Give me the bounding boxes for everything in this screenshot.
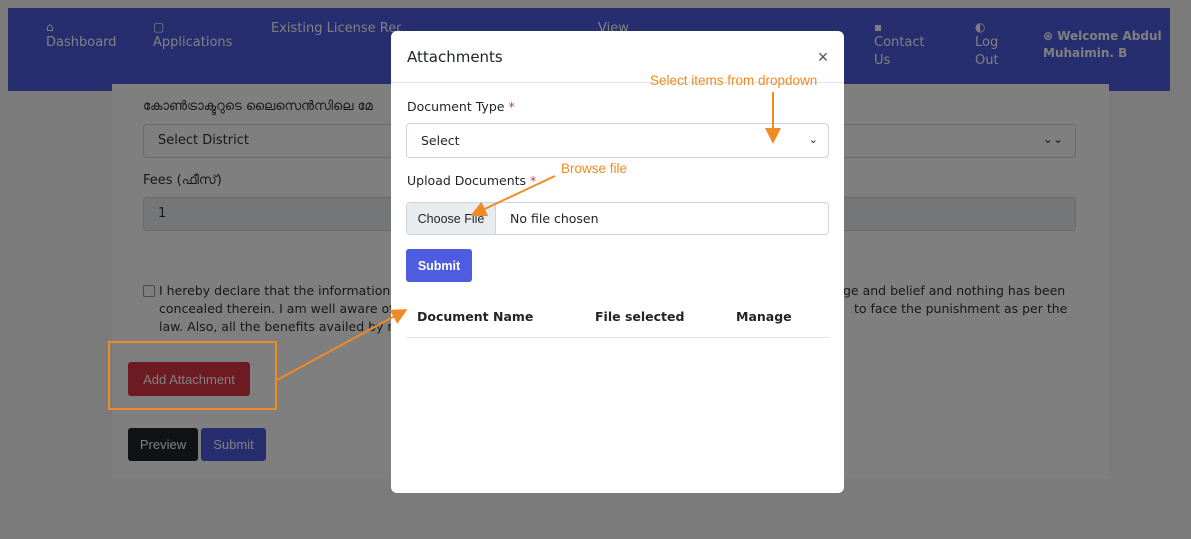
document-type-label-text: Document Type [407, 99, 505, 114]
add-attachment-highlight [108, 341, 277, 410]
modal-title: Attachments [407, 48, 503, 66]
th-document-name: Document Name [417, 309, 534, 324]
required-mark: * [508, 99, 515, 114]
attachments-modal: Attachments × Document Type * Select ⌄ U… [391, 31, 844, 493]
document-type-value: Select [421, 133, 460, 148]
close-icon[interactable]: × [814, 48, 832, 66]
browse-hint: Browse file [561, 161, 628, 176]
upload-label-text: Upload Documents [407, 173, 527, 188]
th-manage: Manage [736, 309, 792, 324]
no-file-text: No file chosen [510, 211, 599, 226]
th-file-selected: File selected [595, 309, 685, 324]
upload-documents-label: Upload Documents * [407, 173, 536, 188]
table-divider [406, 337, 830, 338]
choose-file-button[interactable]: Choose File [407, 203, 496, 234]
dropdown-hint: Select items from dropdown [650, 73, 818, 88]
page-root: ⌂ Dashboard ▢ Applications Existing Lice… [0, 0, 1191, 539]
document-type-select[interactable]: Select ⌄ [406, 123, 829, 158]
modal-submit-button[interactable]: Submit [406, 249, 472, 282]
upload-file-input[interactable]: Choose File No file chosen [406, 202, 829, 235]
required-mark: * [530, 173, 537, 188]
chevron-down-icon: ⌄ [808, 133, 818, 146]
document-type-label: Document Type * [407, 99, 515, 114]
